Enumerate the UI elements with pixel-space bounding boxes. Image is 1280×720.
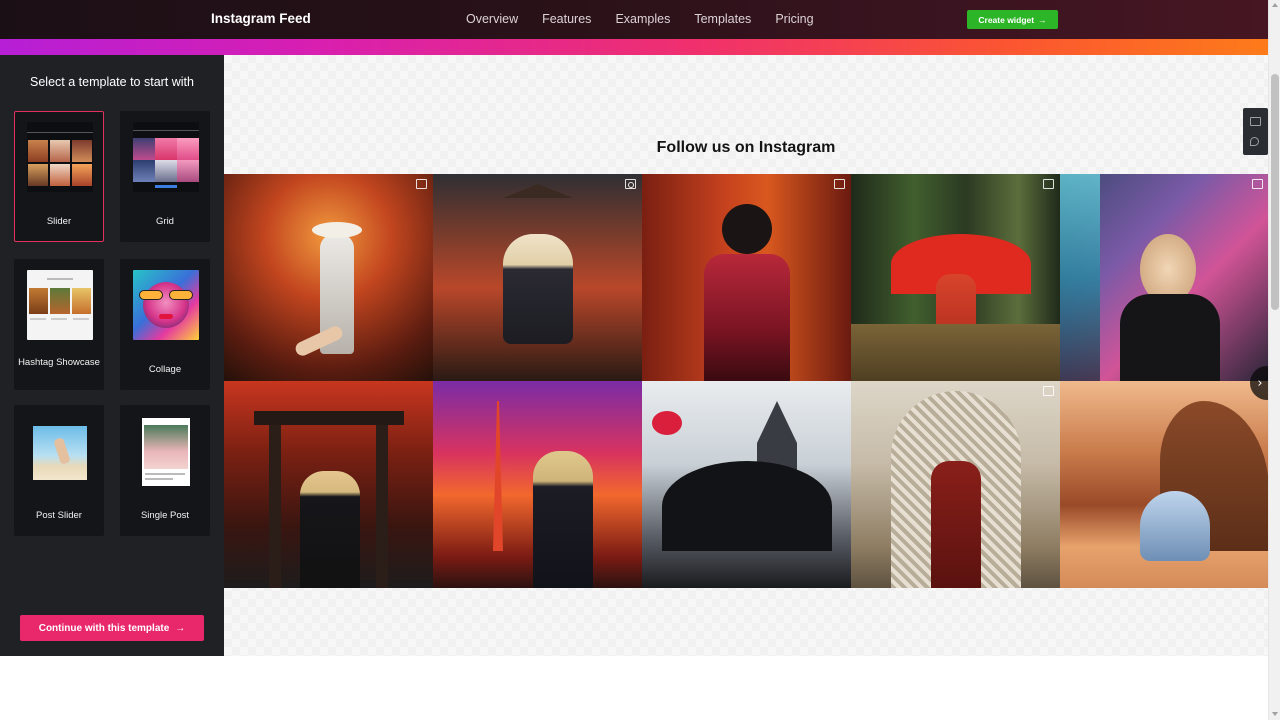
template-single-post[interactable]: Single Post <box>120 405 210 536</box>
nav-examples[interactable]: Examples <box>615 12 670 26</box>
post-tile-8[interactable] <box>642 381 851 588</box>
arrow-right-icon: → <box>175 622 186 634</box>
template-grid[interactable]: Grid <box>120 111 210 242</box>
paint-bucket-icon[interactable] <box>1250 137 1259 146</box>
template-single-post-thumbnail <box>133 416 199 486</box>
brand-title[interactable]: Instagram Feed <box>211 11 311 26</box>
template-hashtag-label: Hashtag Showcase <box>18 357 100 368</box>
template-grid-thumbnail <box>133 122 199 192</box>
post-tile-6[interactable] <box>224 381 433 588</box>
gallery-icon <box>1043 179 1054 189</box>
nav-pricing[interactable]: Pricing <box>775 12 813 26</box>
template-single-post-label: Single Post <box>140 510 190 521</box>
nav-templates[interactable]: Templates <box>694 12 751 26</box>
post-tile-2[interactable] <box>433 174 642 381</box>
scrollbar-thumb[interactable] <box>1271 74 1279 310</box>
create-widget-button[interactable]: Create widget → <box>967 10 1058 29</box>
template-slider[interactable]: Slider <box>14 111 104 242</box>
post-tile-10[interactable] <box>1060 381 1269 588</box>
template-collage-thumbnail <box>133 270 199 340</box>
desktop-view-icon[interactable] <box>1250 117 1261 126</box>
scroll-down-icon[interactable] <box>1272 712 1278 716</box>
nav-features[interactable]: Features <box>542 12 591 26</box>
post-tile-4[interactable] <box>851 174 1060 381</box>
template-hashtag-showcase[interactable]: Hashtag Showcase <box>14 259 104 390</box>
gallery-icon <box>416 179 427 189</box>
template-hashtag-thumbnail <box>27 270 93 340</box>
chevron-right-icon: › <box>1257 375 1263 391</box>
gallery-icon <box>1043 386 1054 396</box>
template-post-slider-thumbnail <box>27 416 93 486</box>
template-collage[interactable]: Collage <box>120 259 210 390</box>
post-tile-1[interactable] <box>224 174 433 381</box>
page-scrollbar[interactable] <box>1268 0 1280 720</box>
template-slider-thumbnail <box>27 122 93 192</box>
preview-tool-panel <box>1243 108 1268 155</box>
template-sidebar: Select a template to start with Slider G… <box>0 55 224 656</box>
template-post-slider[interactable]: Post Slider <box>14 405 104 536</box>
page-bottom-area <box>0 656 1268 720</box>
instagram-post-grid <box>224 174 1269 589</box>
gallery-icon <box>1252 179 1263 189</box>
create-widget-label: Create widget <box>978 14 1035 25</box>
main-nav: Overview Features Examples Templates Pri… <box>466 12 814 26</box>
arrow-right-icon: → <box>1038 14 1047 25</box>
template-grid-label: Grid <box>156 216 174 227</box>
template-slider-label: Slider <box>46 216 72 227</box>
sidebar-title: Select a template to start with <box>30 75 194 89</box>
top-navbar: Instagram Feed Overview Features Example… <box>0 0 1268 39</box>
template-post-slider-label: Post Slider <box>36 510 82 521</box>
feed-title: Follow us on Instagram <box>656 139 836 156</box>
nav-overview[interactable]: Overview <box>466 12 518 26</box>
gallery-icon <box>834 179 845 189</box>
post-tile-9[interactable] <box>851 381 1060 588</box>
post-tile-3[interactable] <box>642 174 851 381</box>
video-icon <box>625 179 636 189</box>
continue-template-label: Continue with this template <box>38 622 170 634</box>
brand-gradient-strip <box>0 39 1268 55</box>
widget-preview: Follow us on Instagram › <box>224 55 1270 656</box>
continue-template-button[interactable]: Continue with this template → <box>20 615 204 641</box>
post-tile-7[interactable] <box>433 381 642 588</box>
template-collage-label: Collage <box>148 364 182 375</box>
post-tile-5[interactable] <box>1060 174 1269 381</box>
scroll-up-icon[interactable] <box>1272 3 1278 7</box>
